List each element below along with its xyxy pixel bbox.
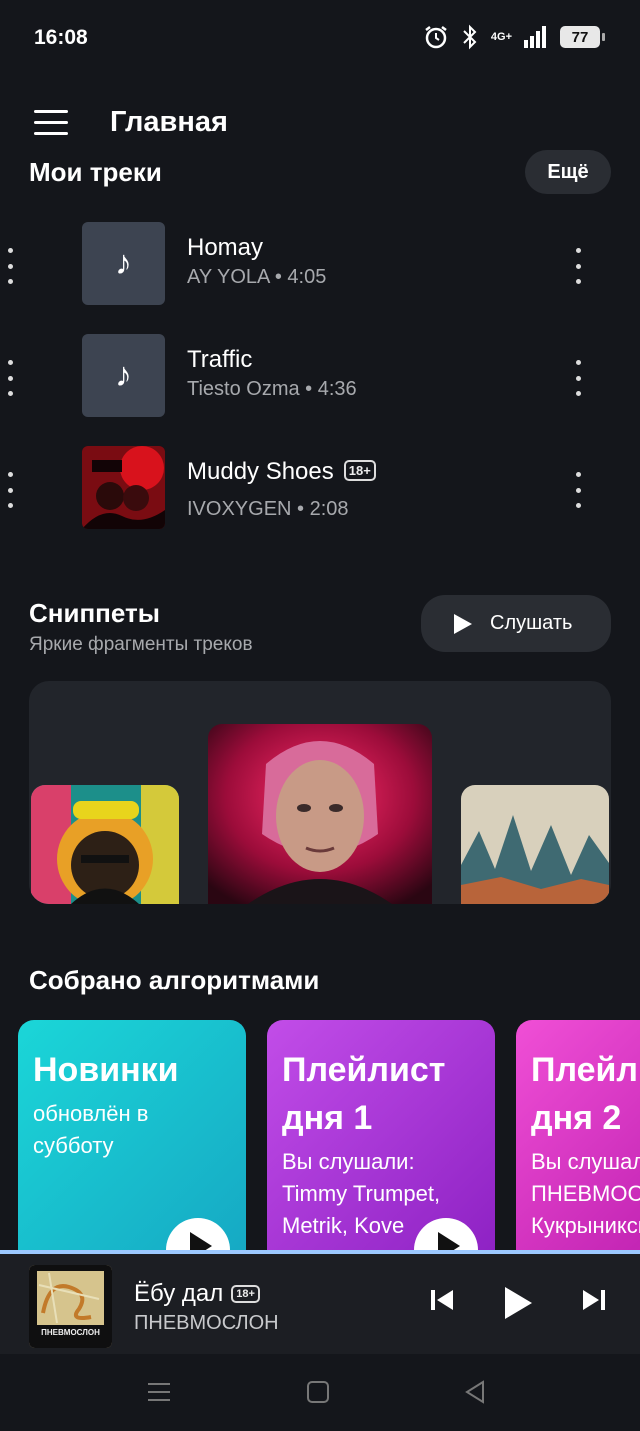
track-title: Muddy Shoes 18+ [187, 458, 376, 486]
snippet-art [31, 785, 179, 904]
snippet-art [208, 724, 432, 904]
snippets-carousel[interactable] [29, 681, 611, 904]
track-title: Homay [187, 234, 264, 261]
mini-player[interactable]: ПНЕВМОСЛОН Ёбу дал 18+ ПНЕВМОСЛОН [0, 1254, 640, 1354]
track-subtitle: AY YOLA • 4:05 [187, 266, 327, 288]
track-menu-icon[interactable] [574, 248, 582, 284]
play-icon [454, 613, 472, 634]
snippet-cover[interactable] [31, 785, 179, 904]
bluetooth-icon [463, 24, 477, 50]
play-icon[interactable] [503, 1286, 533, 1320]
snippets-title: Сниппеты [29, 598, 160, 628]
home-icon[interactable] [306, 1380, 330, 1404]
playlist-title: Плейлист дня 2 [531, 1051, 640, 1137]
battery-indicator: 77 [560, 26, 605, 48]
system-nav-bar [0, 1354, 640, 1431]
playlist-card[interactable]: Плейлист дня 1 Вы слушали: Timmy Trumpet… [267, 1020, 495, 1252]
drag-handle-icon[interactable] [6, 248, 14, 284]
playlist-title: Новинки [33, 1051, 179, 1089]
top-bar: Главная [0, 90, 640, 154]
snippet-cover[interactable] [461, 785, 609, 904]
status-bar: 16:08 4G+ 77 [0, 0, 640, 76]
menu-icon[interactable] [34, 110, 68, 136]
recents-menu-icon[interactable] [147, 1380, 171, 1404]
player-cover: ПНЕВМОСЛОН [29, 1265, 112, 1348]
track-menu-icon[interactable] [574, 360, 582, 396]
track-row[interactable]: ♪ Homay AY YOLA • 4:05 [0, 220, 640, 316]
snippet-cover-active[interactable] [208, 724, 432, 904]
track-cover: ♪ [82, 222, 165, 305]
more-button[interactable]: Ещё [525, 150, 611, 194]
listen-button[interactable]: Слушать [421, 595, 611, 652]
music-note-icon: ♪ [115, 244, 132, 282]
previous-icon[interactable] [430, 1288, 454, 1312]
drag-handle-icon[interactable] [6, 360, 14, 396]
playlist-card[interactable]: Плейлист дня 2 Вы слушали: ПНЕВМОСЛОН, К… [516, 1020, 640, 1252]
back-icon[interactable] [463, 1380, 487, 1404]
network-type: 4G+ [490, 31, 512, 43]
playlist-title: Плейлист дня 1 [282, 1051, 446, 1137]
track-cover [82, 446, 165, 529]
player-cover-text: ПНЕВМОСЛОН [41, 1328, 100, 1337]
snippets-subtitle: Яркие фрагменты треков [29, 634, 253, 655]
music-note-icon: ♪ [115, 356, 132, 394]
track-menu-icon[interactable] [574, 472, 582, 508]
track-row[interactable]: Muddy Shoes 18+ IVOXYGEN • 2:08 [0, 444, 640, 540]
track-subtitle: IVOXYGEN • 2:08 [187, 498, 349, 520]
playlist-subtitle: Вы слушали: ПНЕВМОСЛОН, Кукрыниксы [531, 1149, 640, 1238]
playlist-card[interactable]: Новинки обновлён в субботу [18, 1020, 246, 1252]
playlist-subtitle: обновлён в субботу [33, 1101, 149, 1158]
listen-button-label: Слушать [490, 612, 573, 634]
track-cover: ♪ [82, 334, 165, 417]
status-icons: 4G+ 77 [423, 24, 605, 50]
next-icon[interactable] [582, 1288, 606, 1312]
player-title: Ёбу дал 18+ [134, 1280, 260, 1308]
album-art [82, 446, 165, 529]
my-tracks-title: Мои треки [29, 157, 162, 187]
algorithms-title: Собрано алгоритмами [29, 965, 320, 995]
player-title-text: Ёбу дал [134, 1280, 224, 1307]
track-subtitle: Tiesto Ozma • 4:36 [187, 378, 357, 400]
track-row[interactable]: ♪ Traffic Tiesto Ozma • 4:36 [0, 332, 640, 428]
explicit-badge: 18+ [343, 460, 376, 481]
status-time: 16:08 [34, 26, 88, 49]
playlist-play-button[interactable] [166, 1218, 230, 1252]
player-artist: ПНЕВМОСЛОН [134, 1312, 279, 1334]
explicit-badge: 18+ [231, 1285, 260, 1303]
track-title: Traffic [187, 346, 253, 373]
snippet-art [461, 785, 609, 904]
alarm-icon [425, 26, 447, 49]
track-title-text: Muddy Shoes [187, 458, 334, 485]
drag-handle-icon[interactable] [6, 472, 14, 508]
signal-icon [524, 26, 546, 48]
page-title: Главная [110, 106, 228, 138]
